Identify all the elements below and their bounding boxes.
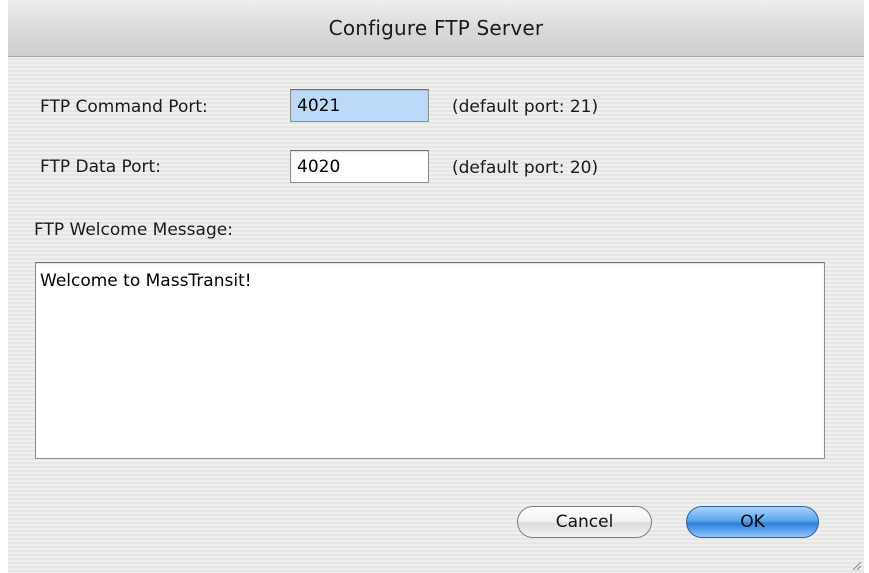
cancel-button-label: Cancel [555,512,614,532]
resize-grip-icon[interactable] [850,559,862,571]
title-bar[interactable]: Configure FTP Server [8,0,864,57]
command-port-input[interactable]: 4021 [290,89,429,122]
command-port-label: FTP Command Port: [40,97,208,117]
command-port-hint: (default port: 21) [452,97,599,117]
ok-button[interactable]: OK [686,506,819,538]
dialog-window: Configure FTP Server FTP Command Port: 4… [8,0,864,573]
ok-button-label: OK [740,512,765,532]
welcome-message-textarea[interactable]: Welcome to MassTransit! [35,262,825,459]
data-port-value: 4020 [297,156,341,177]
command-port-value: 4021 [297,95,341,116]
data-port-hint: (default port: 20) [452,158,599,178]
data-port-label: FTP Data Port: [40,157,161,177]
cancel-button[interactable]: Cancel [517,506,652,538]
welcome-message-label: FTP Welcome Message: [34,220,233,240]
data-port-input[interactable]: 4020 [290,150,429,183]
window-title: Configure FTP Server [328,16,544,40]
